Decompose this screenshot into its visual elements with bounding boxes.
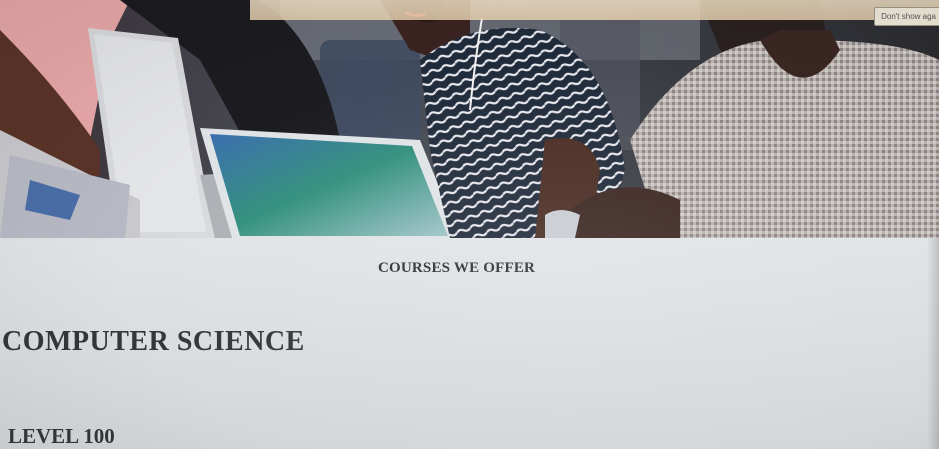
course-title: COMPUTER SCIENCE: [2, 326, 305, 357]
screen: Don't show aga COURSES WE OFFER COMPUTER…: [0, 0, 939, 449]
dont-show-again-button[interactable]: Don't show aga: [874, 7, 939, 26]
browser-notification-bar: [250, 0, 939, 20]
screen-edge: [927, 238, 939, 449]
hero-banner-image: [0, 0, 939, 238]
main-content: COURSES WE OFFER COMPUTER SCIENCE LEVEL …: [0, 238, 939, 449]
section-heading: COURSES WE OFFER: [377, 260, 536, 276]
level-title: LEVEL 100: [8, 424, 115, 448]
